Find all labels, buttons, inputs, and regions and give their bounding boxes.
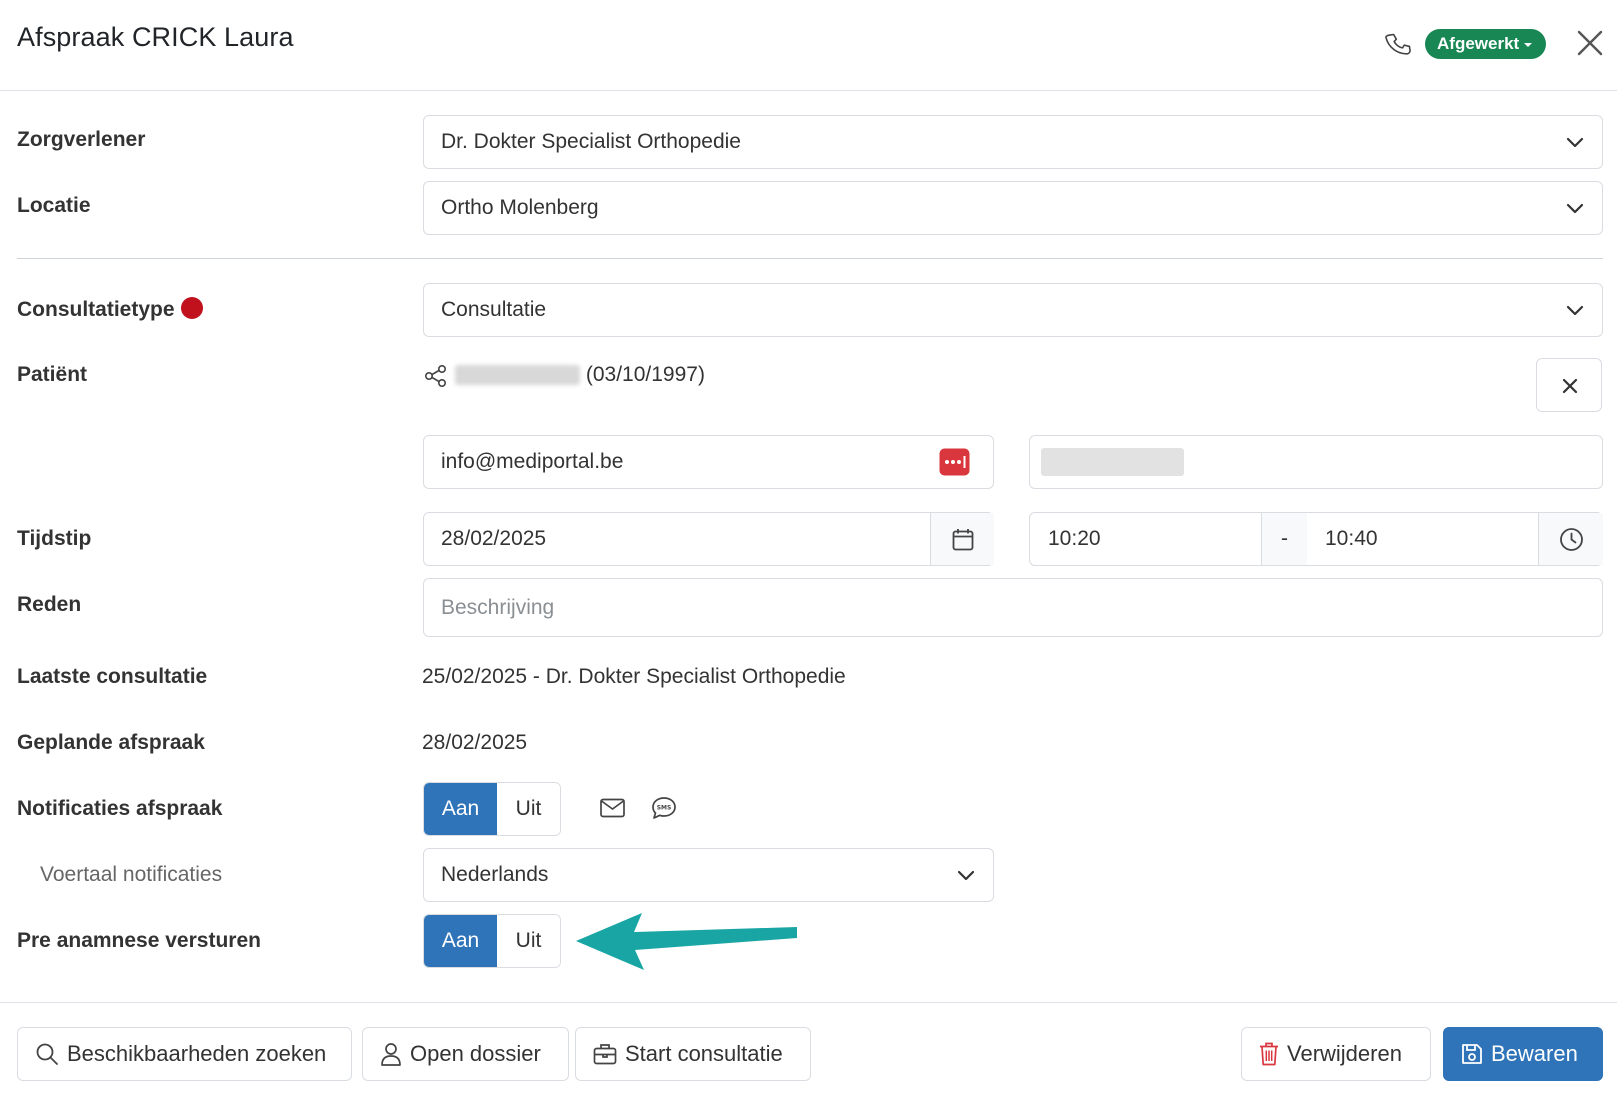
dialog-header: Afspraak CRICK Laura Afgewerkt <box>0 0 1617 91</box>
reason-input[interactable]: Beschrijving <box>423 578 1603 637</box>
caret-down-icon <box>1524 42 1533 47</box>
time-picker-button[interactable] <box>1538 513 1603 565</box>
time-label: Tijdstip <box>17 527 92 550</box>
location-value: Ortho Molenberg <box>441 196 599 219</box>
end-time-value[interactable]: 10:40 <box>1325 527 1378 551</box>
chevron-down-icon <box>1566 305 1584 316</box>
date-value: 28/02/2025 <box>441 527 547 550</box>
search-availability-label: Beschikbaarheden zoeken <box>67 1041 327 1066</box>
provider-select[interactable]: Dr. Dokter Specialist Orthopedie <box>423 115 1603 169</box>
phone-value-redacted <box>1041 448 1184 476</box>
chevron-down-icon <box>957 870 975 881</box>
share-icon[interactable] <box>424 364 448 388</box>
save-icon <box>1462 1044 1482 1064</box>
annotation-arrow-icon <box>576 913 797 970</box>
sms-icon[interactable]: SMS <box>651 796 677 820</box>
trash-icon <box>1260 1042 1278 1066</box>
provider-label: Zorgverlener <box>17 128 146 151</box>
dialog-title: Afspraak CRICK Laura <box>17 22 294 52</box>
location-select[interactable]: Ortho Molenberg <box>423 181 1603 235</box>
last-consult-label: Laatste consultatie <box>17 665 208 688</box>
consult-type-label-text: Consultatietype <box>17 298 175 321</box>
notifications-off-button[interactable]: Uit <box>497 783 560 835</box>
start-consult-label: Start consultatie <box>625 1041 783 1066</box>
status-badge[interactable]: Afgewerkt <box>1425 29 1547 59</box>
pre-anamnesis-off-button[interactable]: Uit <box>497 915 560 967</box>
calendar-icon <box>952 529 974 551</box>
chevron-down-icon <box>1566 137 1584 148</box>
search-availability-button[interactable]: Beschikbaarheden zoeken <box>17 1027 352 1081</box>
status-label: Afgewerkt <box>1437 34 1520 53</box>
date-picker-button[interactable] <box>930 513 994 565</box>
close-icon[interactable] <box>1575 28 1605 58</box>
planned-label: Geplande afspraak <box>17 731 205 754</box>
time-separator-text: - <box>1281 527 1288 550</box>
notifications-label: Notificaties afspraak <box>17 797 223 820</box>
pre-anamnesis-label: Pre anamnese versturen <box>17 929 261 952</box>
color-indicator-dot <box>180 297 203 319</box>
patient-birthdate: (03/10/1997) <box>585 363 705 386</box>
notifications-toggle: Aan Uit <box>423 782 561 836</box>
start-consult-button[interactable]: Start consultatie <box>575 1027 811 1081</box>
chevron-down-icon <box>1566 203 1584 214</box>
language-label: Voertaal notificaties <box>40 863 223 886</box>
search-icon <box>36 1043 58 1065</box>
open-file-label: Open dossier <box>410 1041 541 1066</box>
time-range-input[interactable]: 10:20 - 10:40 <box>1029 512 1603 566</box>
phone-icon[interactable] <box>1384 30 1412 58</box>
person-icon <box>381 1043 401 1066</box>
briefcase-icon <box>593 1044 617 1065</box>
delete-label: Verwijderen <box>1287 1041 1402 1066</box>
reason-label: Reden <box>17 593 82 616</box>
reason-placeholder: Beschrijving <box>441 595 555 619</box>
consult-type-value: Consultatie <box>441 298 547 321</box>
patient-label: Patiënt <box>17 363 88 386</box>
svg-text:SMS: SMS <box>657 805 672 812</box>
consult-type-select[interactable]: Consultatie <box>423 283 1603 337</box>
clock-icon <box>1560 528 1583 551</box>
save-label: Bewaren <box>1491 1041 1578 1066</box>
email-value: info@mediportal.be <box>441 450 624 473</box>
close-icon <box>1562 378 1578 394</box>
last-consult-value: 25/02/2025 - Dr. Dokter Specialist Ortho… <box>422 665 846 688</box>
language-value: Nederlands <box>441 863 549 886</box>
date-input[interactable]: 28/02/2025 <box>423 512 994 566</box>
footer-divider <box>0 1002 1617 1003</box>
password-manager-icon[interactable] <box>939 448 970 476</box>
location-label: Locatie <box>17 194 91 217</box>
provider-value: Dr. Dokter Specialist Orthopedie <box>441 130 741 153</box>
consult-type-label: Consultatietype <box>17 297 203 322</box>
delete-button[interactable]: Verwijderen <box>1241 1027 1431 1081</box>
pre-anamnesis-toggle: Aan Uit <box>423 914 561 968</box>
planned-value[interactable]: 28/02/2025 <box>422 731 527 755</box>
email-field[interactable]: info@mediportal.be <box>423 435 994 489</box>
clear-patient-button[interactable] <box>1536 358 1602 412</box>
language-select[interactable]: Nederlands <box>423 848 994 902</box>
phone-field[interactable] <box>1029 435 1603 489</box>
time-separator: - <box>1261 513 1307 565</box>
patient-name-redacted <box>455 365 580 386</box>
pre-anamnesis-on-button[interactable]: Aan <box>424 915 497 967</box>
patient-info[interactable]: (03/10/1997) <box>455 363 705 387</box>
section-divider <box>17 258 1603 259</box>
notifications-on-button[interactable]: Aan <box>424 783 497 835</box>
open-file-button[interactable]: Open dossier <box>362 1027 569 1081</box>
start-time-value[interactable]: 10:20 <box>1048 527 1101 551</box>
save-button[interactable]: Bewaren <box>1443 1027 1603 1081</box>
envelope-icon[interactable] <box>600 798 625 818</box>
